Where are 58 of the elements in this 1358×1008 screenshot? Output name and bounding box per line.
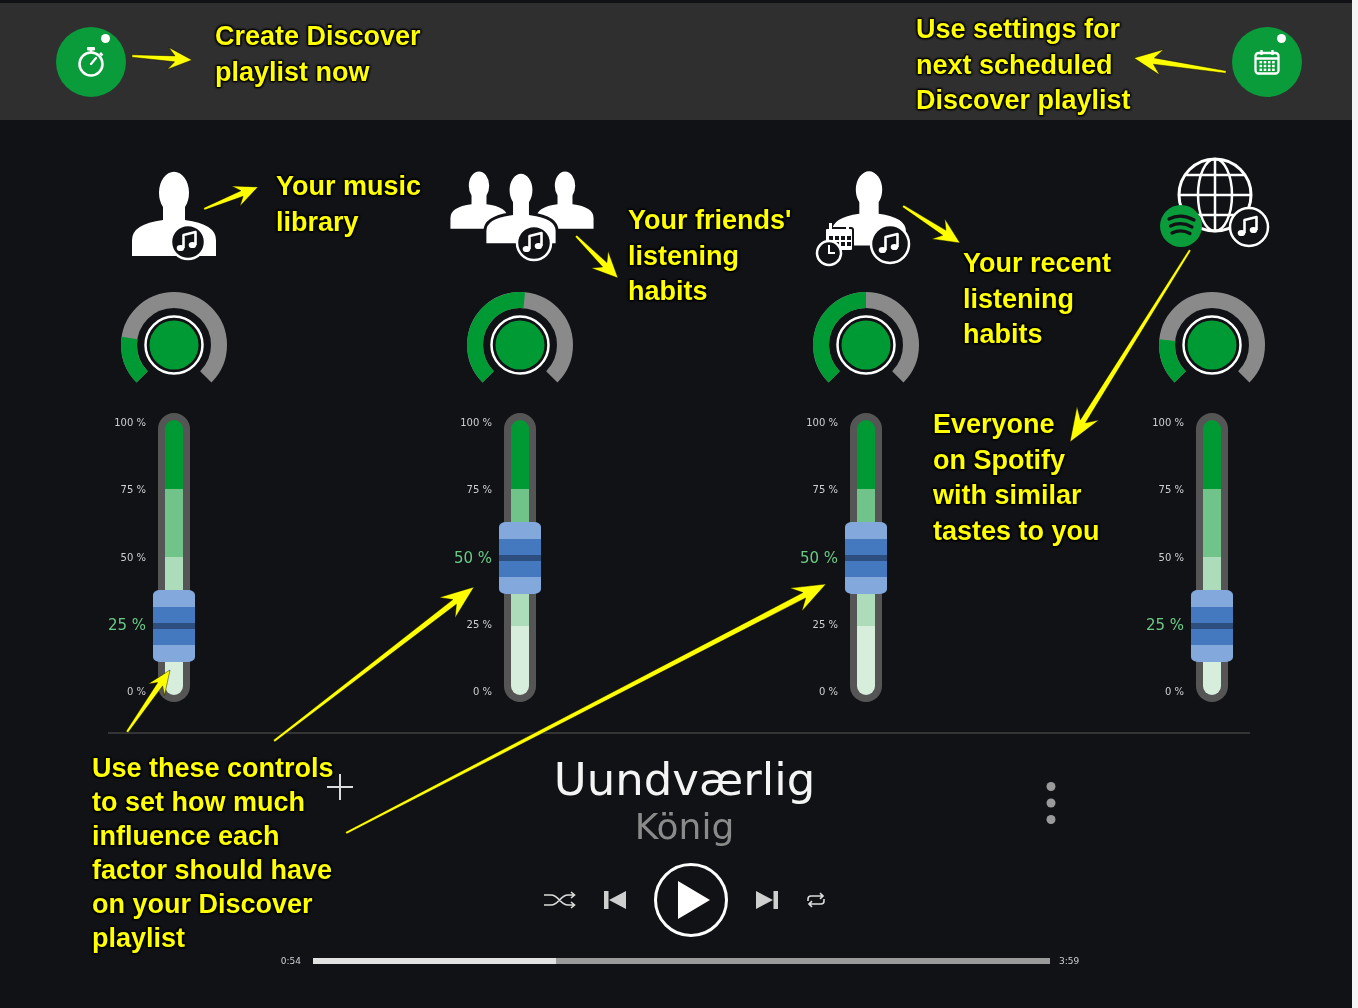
tick-label: 0 % [126,685,146,699]
callout-text: Create Discover playlist now [215,20,421,89]
tick-label: 25 % [812,617,838,632]
tick-label: 100 % [806,416,838,430]
tick-label: 100 % [114,416,146,430]
play-icon [677,881,710,919]
tick-label: 75 % [120,483,146,498]
callout-text: Everyone on Spotify with similar tastes to you [933,408,1100,548]
indicator-dot-icon [1277,33,1286,43]
indicator-dot-icon [101,33,110,43]
track-title: Uundværlig [553,754,816,806]
callout-text: Use settings for next scheduled Discover playlist [916,13,1131,117]
skip-forward-icon [755,890,778,910]
tick-label: 25 % [107,614,146,635]
tick-label: 50 % [453,547,492,568]
tick-label: 75 % [1158,483,1184,498]
more-button[interactable] [1046,782,1056,824]
tick-label: 0 % [1164,685,1184,699]
tick-label: 50 % [799,547,838,568]
arrow [125,669,171,734]
globe-music-icon [1158,155,1270,249]
tick-label: 50 % [1158,550,1184,565]
repeat-button[interactable] [805,892,826,908]
repeat-icon [805,892,826,908]
shuffle-icon [543,891,576,909]
calendar-icon [1254,48,1280,75]
callout-text: Your music library [276,170,422,239]
previous-button[interactable] [603,890,626,910]
stopwatch-icon [77,45,105,78]
arrow [574,234,619,279]
next-button[interactable] [755,890,778,910]
arrow [131,47,193,70]
tick-label: 100 % [460,416,492,430]
slider-thumb[interactable] [153,590,195,663]
duration-time: 3:59 [1059,956,1080,966]
tick-label: 75 % [466,483,492,498]
tick-label: 0 % [472,685,492,699]
skip-back-icon [603,890,626,910]
tick-label: 75 % [812,483,838,498]
slider-thumb[interactable] [499,521,541,594]
tick-label: 50 % [120,550,146,565]
artist-name: König [634,806,735,848]
play-button[interactable] [653,863,728,937]
elapsed-time: 0:54 [280,956,301,966]
slider-thumb[interactable] [845,521,887,594]
arrow [203,185,259,211]
tick-label: 100 % [1152,416,1184,430]
shuffle-button[interactable] [543,891,576,909]
tick-label: 25 % [466,617,492,632]
callout-text: Use these controls to set how much influence each factor should have on your Discover playlist [92,752,334,955]
callout-text: Your friends' listening habits [628,204,792,308]
more-icon [1046,782,1056,824]
callout-text: Your recent listening habits [963,247,1112,351]
arrow [901,204,961,244]
progress-track[interactable] [313,958,1050,964]
slider-thumb[interactable] [1191,590,1233,663]
tick-label: 25 % [1145,614,1184,635]
tick-label: 0 % [818,685,838,699]
